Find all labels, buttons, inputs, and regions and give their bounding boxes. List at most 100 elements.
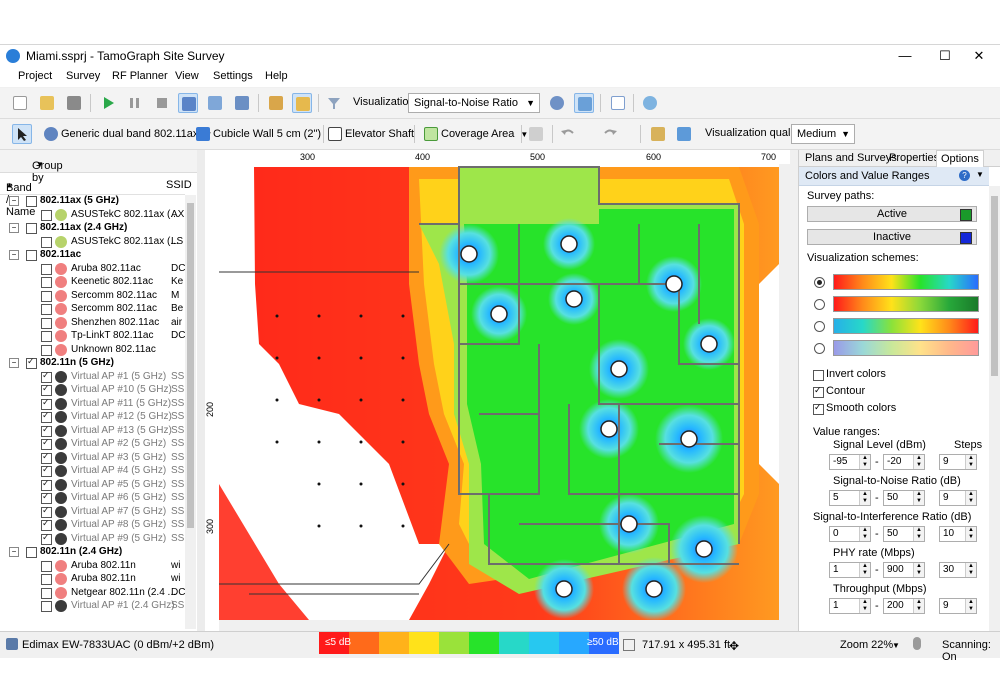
- col-ssid[interactable]: SSID: [166, 179, 192, 191]
- row-checkbox[interactable]: [41, 437, 52, 450]
- ap-row[interactable]: ASUSTekC 802.11ax (... LS: [0, 235, 185, 249]
- row-checkbox[interactable]: [41, 331, 52, 342]
- range-min-spinner[interactable]: -95 ▲ ▼: [829, 454, 871, 470]
- collapse-icon[interactable]: −: [9, 250, 19, 260]
- scheme-radio-3[interactable]: [814, 321, 825, 332]
- collapse-icon[interactable]: −: [9, 196, 19, 206]
- band-group-row[interactable]: − 802.11n (2.4 GHz): [0, 546, 185, 559]
- ap-row[interactable]: Aruba 802.11n wi: [0, 573, 185, 586]
- ap-row[interactable]: Virtual AP #10 (5 GHz)SS: [0, 383, 185, 397]
- visualization-select[interactable]: Signal-to-Noise Ratio ▼: [408, 93, 540, 113]
- range-max-spinner[interactable]: -20 ▲ ▼: [883, 454, 925, 470]
- row-checkbox[interactable]: [41, 277, 52, 288]
- ap-row[interactable]: Keenetic 802.11ac Ke: [0, 276, 185, 289]
- new-file-icon[interactable]: [10, 93, 30, 113]
- chevron-down-icon[interactable]: ▼: [976, 170, 984, 179]
- range-min-spinner[interactable]: 1 ▲ ▼: [829, 562, 871, 578]
- contour-checkbox[interactable]: [813, 385, 824, 398]
- row-checkbox[interactable]: [41, 236, 52, 248]
- coverage-area-dropdown[interactable]: Coverage Area ▼: [424, 124, 528, 144]
- tab-properties[interactable]: Properties: [885, 150, 943, 166]
- scheme-blue-red[interactable]: [833, 318, 979, 334]
- scheme-radio-1[interactable]: [814, 277, 825, 288]
- row-checkbox[interactable]: [26, 547, 37, 558]
- range-steps-spinner[interactable]: 9 ▲ ▼: [939, 490, 977, 506]
- band-group-row[interactable]: − 802.11ax (2.4 GHz): [0, 222, 185, 235]
- range-steps-spinner[interactable]: 10 ▲ ▼: [939, 526, 977, 542]
- range-min-spinner[interactable]: 1 ▲ ▼: [829, 598, 871, 614]
- menu-help[interactable]: Help: [265, 70, 288, 82]
- help-icon[interactable]: ?: [959, 170, 970, 181]
- ap-row[interactable]: Virtual AP #4 (5 GHz) SS: [0, 464, 185, 478]
- select-arrow-icon[interactable]: [12, 124, 32, 144]
- ap-row[interactable]: Netgear 802.11n (2.4 ... DC: [0, 586, 185, 600]
- edit-icon[interactable]: [292, 93, 312, 113]
- ap-row[interactable]: Virtual AP #11 (5 GHz)SS: [0, 397, 185, 411]
- scheme-pastel[interactable]: [833, 340, 979, 356]
- ap-row[interactable]: Virtual AP #6 (5 GHz) SS: [0, 491, 185, 505]
- ap-row[interactable]: Virtual AP #1 (2.4 GHz) SS: [0, 600, 185, 613]
- invert-colors-checkbox[interactable]: [813, 370, 824, 381]
- band-group-row[interactable]: − 802.11n (5 GHz): [0, 356, 185, 370]
- floor-plan-heatmap[interactable]: [219, 164, 779, 620]
- row-checkbox[interactable]: [41, 560, 52, 572]
- row-checkbox[interactable]: [41, 304, 52, 315]
- zoom-level[interactable]: Zoom 22%: [840, 639, 893, 651]
- range-max-spinner[interactable]: 50 ▲ ▼: [883, 490, 925, 506]
- row-checkbox[interactable]: [41, 451, 52, 464]
- row-checkbox[interactable]: [26, 250, 37, 261]
- ap-row[interactable]: Aruba 802.11ac DC: [0, 262, 185, 276]
- chevron-down-icon[interactable]: ▼: [892, 641, 900, 650]
- range-min-spinner[interactable]: 0 ▲ ▼: [829, 526, 871, 542]
- save-icon[interactable]: [64, 93, 84, 113]
- pause-icon[interactable]: [125, 93, 145, 113]
- row-checkbox[interactable]: [26, 223, 37, 234]
- ap-row[interactable]: Virtual AP #5 (5 GHz) SS: [0, 478, 185, 492]
- ap-row[interactable]: Sercomm 802.11ac M: [0, 289, 185, 303]
- menu-project[interactable]: Project: [18, 70, 52, 82]
- survey-mode-icon[interactable]: [178, 93, 198, 113]
- ap-row[interactable]: Virtual AP #2 (5 GHz) SS: [0, 437, 185, 451]
- route-icon[interactable]: [205, 93, 225, 113]
- ap-row[interactable]: Tp-LinkT 802.11ac DC: [0, 330, 185, 343]
- active-path-color-button[interactable]: Active: [807, 206, 977, 222]
- inactive-path-color-button[interactable]: Inactive: [807, 229, 977, 245]
- ap-row[interactable]: Virtual AP #3 (5 GHz) SS: [0, 451, 185, 465]
- stop-icon[interactable]: [152, 93, 172, 113]
- ap-row[interactable]: Virtual AP #8 (5 GHz) SS: [0, 518, 185, 532]
- globe-icon[interactable]: [640, 93, 660, 113]
- ap-row[interactable]: Virtual AP #7 (5 GHz) SS: [0, 505, 185, 519]
- row-checkbox[interactable]: [41, 263, 52, 275]
- ap-row[interactable]: Unknown 802.11ac: [0, 343, 185, 357]
- menu-view[interactable]: View: [175, 70, 199, 82]
- map-vertical-scrollbar[interactable]: [779, 164, 790, 631]
- range-steps-spinner[interactable]: 30 ▲ ▼: [939, 562, 977, 578]
- row-checkbox[interactable]: [41, 290, 52, 302]
- ruler-icon[interactable]: [266, 93, 286, 113]
- quality-select[interactable]: Medium ▼: [791, 124, 855, 144]
- scheme-radio-4[interactable]: [814, 343, 825, 354]
- map-horizontal-scrollbar[interactable]: [219, 620, 779, 631]
- row-checkbox[interactable]: [41, 383, 52, 396]
- row-checkbox[interactable]: [41, 491, 52, 504]
- row-checkbox[interactable]: [26, 356, 37, 369]
- row-checkbox[interactable]: [41, 478, 52, 491]
- band-group-row[interactable]: − 802.11ax (5 GHz): [0, 195, 185, 208]
- row-checkbox[interactable]: [41, 397, 52, 410]
- ap-row[interactable]: Virtual AP #1 (5 GHz) SS: [0, 370, 185, 384]
- adapter-dropdown[interactable]: Generic dual band 802.11ax▼: [44, 124, 212, 144]
- row-checkbox[interactable]: [41, 209, 52, 221]
- row-checkbox[interactable]: [41, 587, 52, 599]
- close-button[interactable]: ✕: [962, 45, 996, 67]
- row-checkbox[interactable]: [41, 532, 52, 545]
- range-max-spinner[interactable]: 50 ▲ ▼: [883, 526, 925, 542]
- auto-place-icon[interactable]: [648, 124, 668, 144]
- maximize-button[interactable]: ☐: [928, 45, 962, 67]
- row-checkbox[interactable]: [41, 464, 52, 477]
- ap-settings-icon[interactable]: [547, 93, 567, 113]
- range-max-spinner[interactable]: 900 ▲ ▼: [883, 562, 925, 578]
- scheme-red-green[interactable]: [833, 296, 979, 312]
- colors-section-header[interactable]: Colors and Value Ranges ? ▼: [799, 167, 989, 186]
- scheme-rainbow[interactable]: [833, 274, 979, 290]
- row-checkbox[interactable]: [41, 601, 52, 612]
